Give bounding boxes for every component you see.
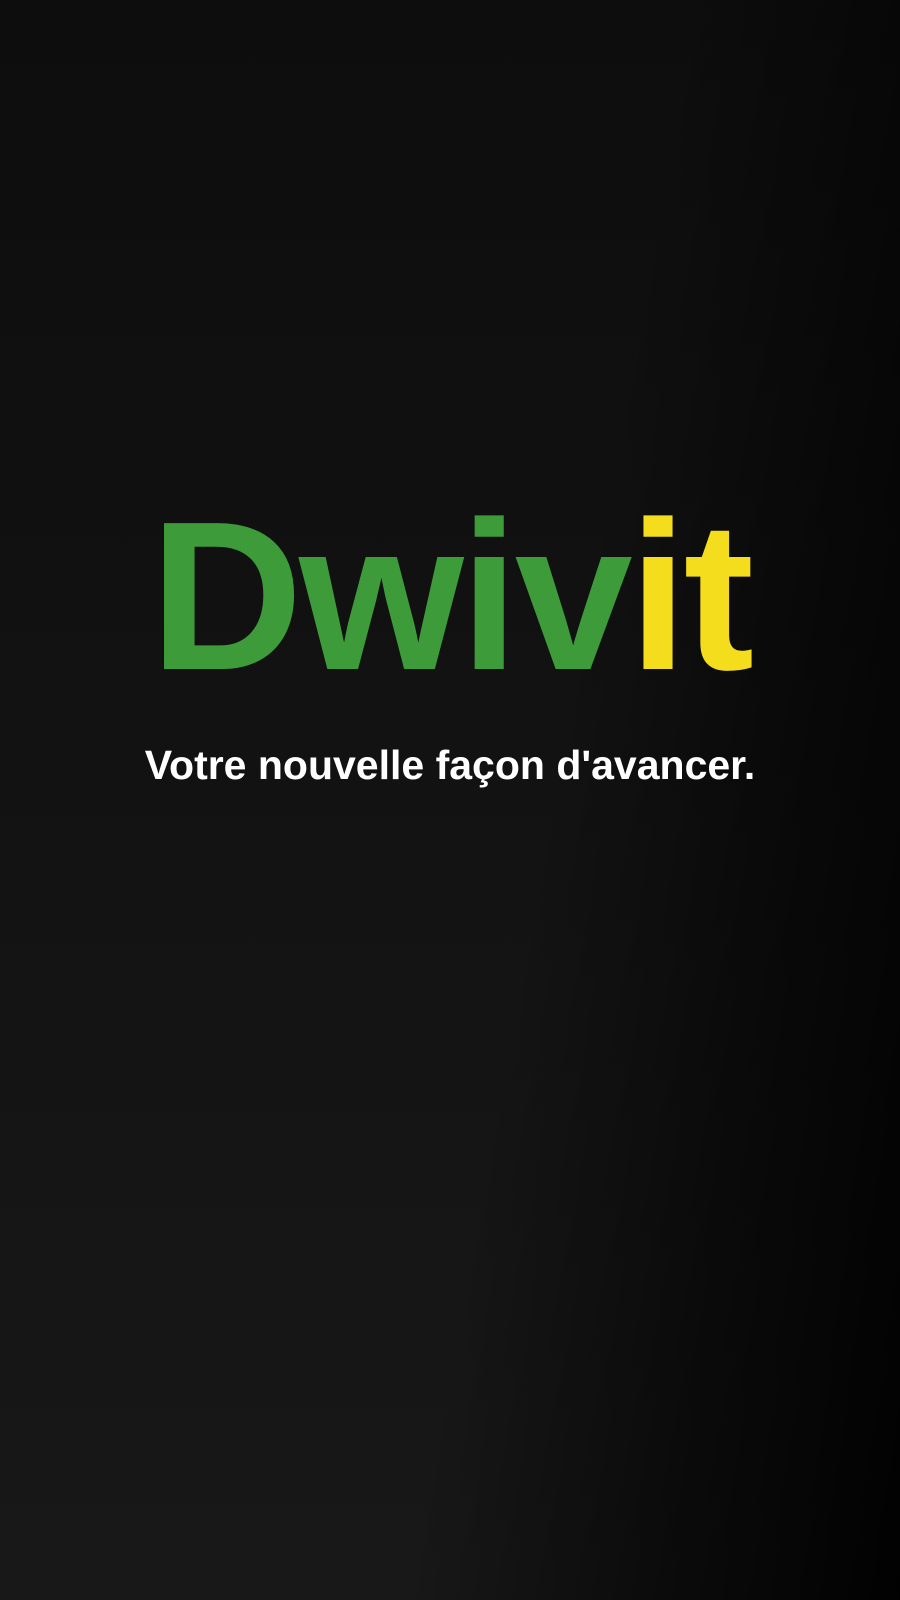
app-logo: Dwivit [0, 490, 900, 702]
splash-content: Dwivit Votre nouvelle façon d'avancer. [0, 490, 900, 789]
logo-text-yellow: it [628, 477, 754, 714]
logo-text-green: Dwiv [149, 477, 633, 714]
splash-screen: Dwivit Votre nouvelle façon d'avancer. [0, 0, 900, 1600]
tagline: Votre nouvelle façon d'avancer. [144, 742, 756, 788]
